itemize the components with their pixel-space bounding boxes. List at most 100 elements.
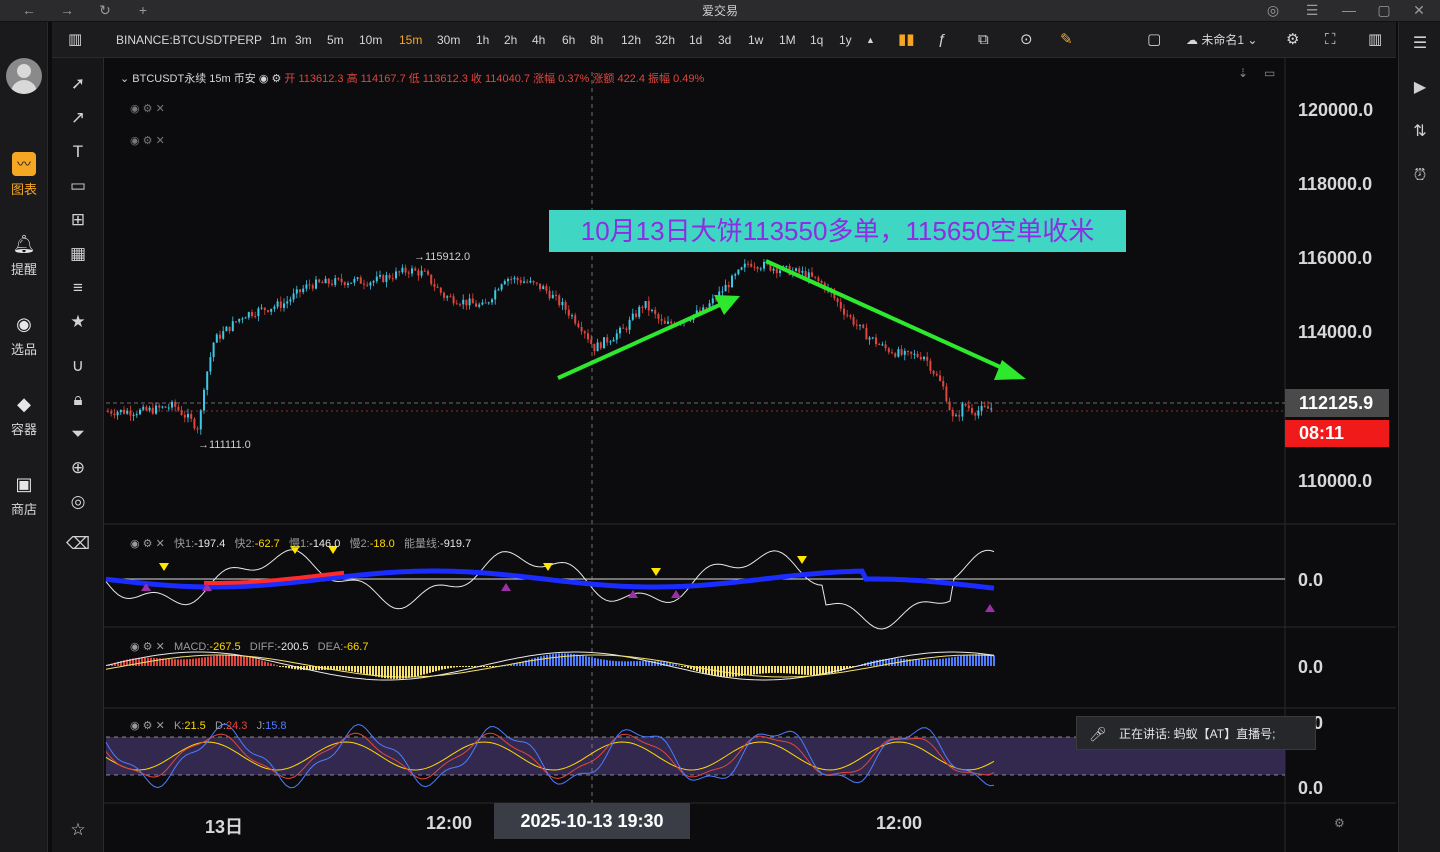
macd-bar [456,666,458,668]
nav-item-chart[interactable]: 〰 图表 [0,152,48,198]
interval-15m[interactable]: 15m [399,22,422,58]
trade-annotation[interactable]: 10月13日大饼113550多单，115650空单收米 [549,210,1126,252]
macd-bar [891,658,893,666]
template-icon[interactable]: ⧉ [978,22,989,58]
close-icon[interactable]: ✕ [1408,0,1430,22]
draw-edit-icon[interactable]: ✎ [1060,22,1073,58]
interval-3m[interactable]: 3m [295,22,312,58]
macd-bar [369,666,371,676]
legend-eye-icon[interactable]: ◉ ⚙ [259,73,285,85]
cursor-icon[interactable]: ➚ [66,72,90,96]
minimize-icon[interactable]: — [1338,0,1360,22]
interval-dropdown-icon[interactable]: ▲ [866,22,875,58]
magnet-icon[interactable]: ∪ [66,354,90,378]
nav-item-store[interactable]: ▣ 商店 [0,472,48,518]
interval-5m[interactable]: 5m [327,22,344,58]
indicator-controls[interactable]: ◉ ⚙ ✕ [130,538,171,550]
interval-1w[interactable]: 1w [748,22,763,58]
voice-chat-banner[interactable]: 🎤︎ 正在讲话: 蚂蚁【AT】直播号; [1076,716,1316,750]
grid-tool-icon[interactable]: ▦ [66,242,90,266]
macd-bar [636,661,638,666]
data-window-icon[interactable]: ⇅ [1408,120,1432,144]
interval-1q[interactable]: 1q [810,22,823,58]
nav-item-alerts[interactable]: 🔔︎ 提醒 [0,232,48,278]
hidden-indicator-row-2[interactable]: ◉ ⚙ ✕ [130,134,165,147]
pattern-icon[interactable]: ⊞ [66,208,90,232]
collapse-icon[interactable]: ⌄ [120,73,132,85]
layout-name-button[interactable]: ☁ 未命名1 ⌄ [1186,22,1257,58]
menu-icon[interactable]: ☰ [1301,0,1323,22]
replay-icon[interactable]: ⊙ [1020,22,1033,58]
bar-countdown: 08:11 [1285,420,1389,447]
macd-bar [801,666,803,675]
headset-icon[interactable]: ◎ [1262,0,1284,22]
filter-icon[interactable]: ⏷ [66,422,90,446]
interval-1m[interactable]: 1m [270,22,287,58]
forward-icon[interactable]: → [56,0,78,22]
interval-12h[interactable]: 12h [621,22,641,58]
playback-icon[interactable]: ▶ [1408,76,1432,100]
settings-icon[interactable]: ⚙ [1286,22,1299,58]
interval-1h[interactable]: 1h [476,22,489,58]
interval-4h[interactable]: 4h [532,22,545,58]
watchlist-icon[interactable]: ☰ [1408,32,1432,56]
interval-2h[interactable]: 2h [504,22,517,58]
panel-menu-icon[interactable]: ▭ [1264,66,1275,80]
macd-bar [579,655,581,666]
interval-1M[interactable]: 1M [779,22,796,58]
right-panel-toggle-icon[interactable]: ▥ [1368,22,1382,58]
interval-1d[interactable]: 1d [689,22,702,58]
sidebar-toggle-icon[interactable]: ▥ [68,22,82,58]
macd-bar [156,658,158,666]
macd-bar [783,666,785,674]
macd-bar [543,655,545,666]
hidden-indicator-row-1[interactable]: ◉ ⚙ ✕ [130,102,165,115]
interval-10m[interactable]: 10m [359,22,382,58]
eraser-icon[interactable]: ⌫ [66,532,90,556]
macd-bar [435,666,437,672]
refresh-icon[interactable]: ↻ [94,0,116,22]
crosshair-icon[interactable]: ⊕ [66,456,90,480]
eye-icon[interactable]: ◎ [66,490,90,514]
rectangle-icon[interactable]: ▭ [66,174,90,198]
nav-item-container[interactable]: ◆ 容器 [0,392,48,438]
macd-bar [426,666,428,674]
macd-bar [768,666,770,674]
interval-30m[interactable]: 30m [437,22,460,58]
avatar[interactable] [6,58,42,94]
scroll-down-icon[interactable]: ⇣ [1238,66,1248,80]
alarm-clock-icon[interactable]: ⏰︎ [1408,164,1432,188]
indicator-icon[interactable]: ƒ [938,22,946,58]
text-tool-icon[interactable]: T [66,140,90,164]
favorite-tools-icon[interactable]: ★ [66,310,90,334]
trend-line-icon[interactable]: ↗ [66,106,90,130]
layout-icon[interactable]: ▢ [1147,22,1161,58]
price-label: 116000.0 [1298,248,1373,268]
indicator-controls[interactable]: ◉ ⚙ ✕ [130,641,171,653]
macd-bar [561,653,563,666]
new-tab-icon[interactable]: + [132,0,154,22]
lock-icon[interactable]: 🔒︎ [66,388,90,412]
macd-bar [459,666,461,667]
macd-bar [285,666,287,668]
interval-6h[interactable]: 6h [562,22,575,58]
macd-bar [738,666,740,677]
nav-item-screener[interactable]: ◉ 选品 [0,312,48,358]
interval-1y[interactable]: 1y [839,22,852,58]
axis-settings-icon[interactable]: ⚙ [1334,816,1345,830]
indicator-value: DEA:-66.7 [317,641,369,653]
back-icon[interactable]: ← [18,0,40,22]
fib-icon[interactable]: ≡ [66,276,90,300]
symbol-selector[interactable]: BINANCE:BTCUSDTPERP [116,22,262,58]
macd-bar [819,666,821,675]
macd-bar [621,661,623,666]
price-label: 120000.0 [1298,100,1374,120]
interval-32h[interactable]: 32h [655,22,675,58]
indicator-controls[interactable]: ◉ ⚙ ✕ [130,720,171,732]
fullscreen-icon[interactable]: ⛶ [1325,22,1336,58]
star-icon[interactable]: ☆ [66,818,90,842]
candle-type-icon[interactable]: ▮▮ [898,22,915,58]
interval-3d[interactable]: 3d [718,22,731,58]
interval-8h[interactable]: 8h [590,22,603,58]
maximize-icon[interactable]: ▢ [1373,0,1395,22]
